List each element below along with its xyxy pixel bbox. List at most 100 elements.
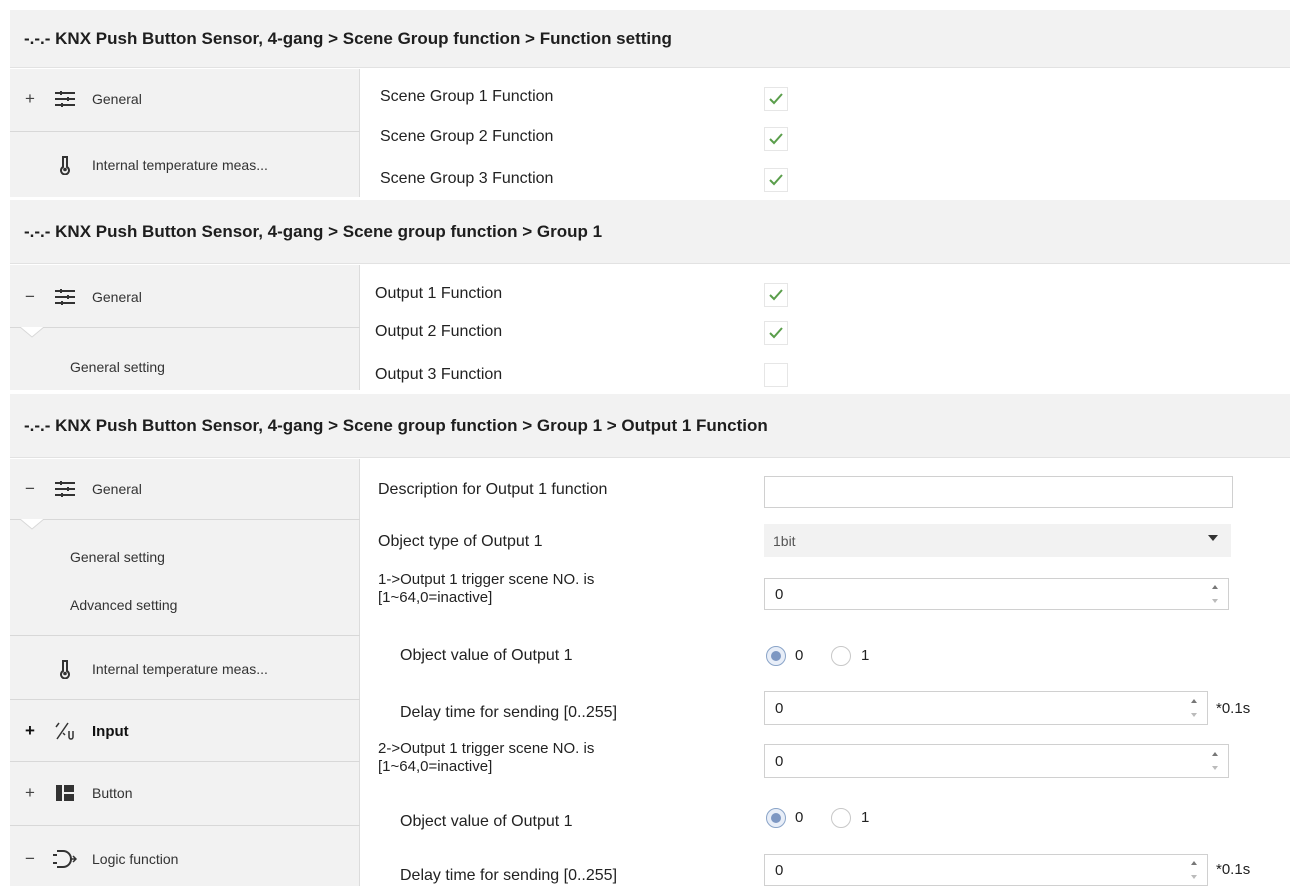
spinner-arrows-icon[interactable] — [1189, 861, 1199, 879]
scene-group-3-checkbox[interactable] — [764, 168, 788, 192]
trigger1-label-line2: [1~64,0=inactive] — [378, 589, 493, 606]
sidebar-item-label: Advanced setting — [70, 597, 178, 613]
collapse-icon[interactable]: − — [10, 287, 40, 307]
scene-group-2-checkbox[interactable] — [764, 127, 788, 151]
scene-group-2-label: Scene Group 2 Function — [380, 128, 554, 145]
spinner-arrows-icon[interactable] — [1189, 699, 1199, 717]
trigger2-label: 2->Output 1 trigger scene NO. is [1~64,0… — [378, 740, 594, 776]
sidebar-item-label: Button — [92, 785, 133, 801]
panel1-header-text: -.-.- KNX Push Button Sensor, 4-gang > S… — [24, 28, 672, 48]
trigger1-label-line1: 1->Output 1 trigger scene NO. is — [378, 571, 595, 588]
output-3-function-label: Output 3 Function — [375, 366, 503, 383]
sidebar-item-input[interactable]: + Input — [10, 713, 360, 749]
check-icon — [769, 93, 783, 105]
delay1-spinbox[interactable]: 0 — [764, 691, 1208, 725]
check-icon — [769, 133, 783, 145]
sidebar-item-button[interactable]: + Button — [10, 775, 360, 811]
sidebar-item-label: General — [92, 91, 142, 107]
panel1-sidebar: + General Internal temperature meas... — [10, 69, 360, 197]
trigger2-value: 0 — [775, 752, 784, 770]
sliders-icon — [50, 89, 80, 109]
sidebar-item-label: General setting — [70, 549, 165, 565]
sidebar-item-general[interactable]: − General — [10, 279, 360, 315]
expand-icon[interactable]: + — [10, 89, 40, 109]
check-icon — [769, 327, 783, 339]
delay2-value: 0 — [775, 861, 784, 879]
objval1-label: Object value of Output 1 — [400, 647, 573, 664]
scene-group-3-label: Scene Group 3 Function — [380, 170, 554, 187]
trigger2-label-line2: [1~64,0=inactive] — [378, 758, 493, 775]
delay1-label: Delay time for sending [0..255] — [400, 704, 618, 721]
sidebar-item-label: General — [92, 289, 142, 305]
description-label: Description for Output 1 function — [378, 481, 608, 498]
sidebar-divider — [10, 635, 360, 636]
scene-group-1-checkbox[interactable] — [764, 87, 788, 111]
sidebar-item-general-setting[interactable]: General setting — [10, 539, 360, 575]
input-icon — [50, 721, 80, 741]
objval2-option-0-label: 0 — [795, 809, 804, 826]
dropdown-arrow-icon — [1208, 535, 1218, 541]
trigger1-value: 0 — [775, 585, 784, 603]
objval1-option-1-label: 1 — [861, 647, 870, 664]
panel2-sidebar: − General General setting — [10, 265, 360, 390]
objval2-label: Object value of Output 1 — [400, 813, 573, 830]
panel2-header-text: -.-.- KNX Push Button Sensor, 4-gang > S… — [24, 221, 603, 241]
objval2-radio-0[interactable] — [766, 808, 786, 828]
spinner-arrows-icon[interactable] — [1210, 585, 1220, 603]
sidebar-divider — [10, 825, 360, 826]
panel2-breadcrumb-header: -.-.- KNX Push Button Sensor, 4-gang > S… — [10, 200, 1290, 264]
delay2-spinbox[interactable]: 0 — [764, 854, 1208, 886]
sidebar-divider — [10, 519, 360, 520]
check-icon — [769, 174, 783, 186]
sidebar-item-label: General setting — [70, 359, 165, 375]
object-type-value: 1bit — [773, 532, 796, 549]
sidebar-item-general[interactable]: + General — [10, 81, 360, 117]
trigger2-spinbox[interactable]: 0 — [764, 744, 1229, 778]
objval1-radio-1[interactable] — [831, 646, 851, 666]
delay2-label: Delay time for sending [0..255] — [400, 867, 618, 884]
trigger1-spinbox[interactable]: 0 — [764, 578, 1229, 610]
sidebar-item-general-setting[interactable]: General setting — [10, 349, 360, 385]
thermometer-icon — [50, 155, 80, 175]
expand-icon[interactable]: + — [10, 783, 40, 803]
collapse-icon[interactable]: − — [10, 849, 40, 869]
check-icon — [769, 289, 783, 301]
sidebar-item-logic-function[interactable]: − Logic function — [10, 841, 360, 877]
output-1-function-checkbox[interactable] — [764, 283, 788, 307]
object-type-label: Object type of Output 1 — [378, 533, 543, 550]
spinner-arrows-icon[interactable] — [1210, 752, 1220, 770]
output-2-function-checkbox[interactable] — [764, 321, 788, 345]
objval2-option-1-label: 1 — [861, 809, 870, 826]
logic-icon — [50, 849, 80, 869]
panel3-header-text: -.-.- KNX Push Button Sensor, 4-gang > S… — [24, 415, 768, 435]
sidebar-divider — [10, 699, 360, 700]
objval1-option-0-label: 0 — [795, 647, 804, 664]
sidebar-item-general[interactable]: − General — [10, 471, 360, 507]
collapse-icon[interactable]: − — [10, 479, 40, 499]
output-2-function-label: Output 2 Function — [375, 323, 503, 340]
sidebar-item-internal-temperature[interactable]: Internal temperature meas... — [10, 651, 360, 687]
expand-icon[interactable]: + — [10, 721, 40, 741]
sliders-icon — [50, 287, 80, 307]
objval2-radio-1[interactable] — [831, 808, 851, 828]
objval1-radio-0[interactable] — [766, 646, 786, 666]
panel3-sidebar: − General General setting Advanced setti… — [10, 459, 360, 886]
output-1-function-label: Output 1 Function — [375, 285, 503, 302]
description-input[interactable] — [764, 476, 1233, 508]
trigger2-label-line1: 2->Output 1 trigger scene NO. is — [378, 740, 595, 757]
output-3-function-checkbox[interactable] — [764, 363, 788, 387]
delay2-unit: *0.1s — [1216, 861, 1251, 878]
button-icon — [50, 783, 80, 803]
object-type-select[interactable]: 1bit — [764, 524, 1231, 557]
sidebar-item-label: Input — [92, 722, 129, 740]
sidebar-item-label: Logic function — [92, 851, 179, 867]
scene-group-1-label: Scene Group 1 Function — [380, 88, 554, 105]
sidebar-item-label: Internal temperature meas... — [92, 157, 268, 173]
sidebar-item-advanced-setting[interactable]: Advanced setting — [10, 587, 360, 623]
delay1-unit: *0.1s — [1216, 700, 1251, 717]
sidebar-divider — [10, 761, 360, 762]
sidebar-item-label: General — [92, 481, 142, 497]
panel1-breadcrumb-header: -.-.- KNX Push Button Sensor, 4-gang > S… — [10, 10, 1290, 68]
selection-notch — [20, 519, 44, 530]
sidebar-item-internal-temperature[interactable]: Internal temperature meas... — [10, 147, 360, 183]
